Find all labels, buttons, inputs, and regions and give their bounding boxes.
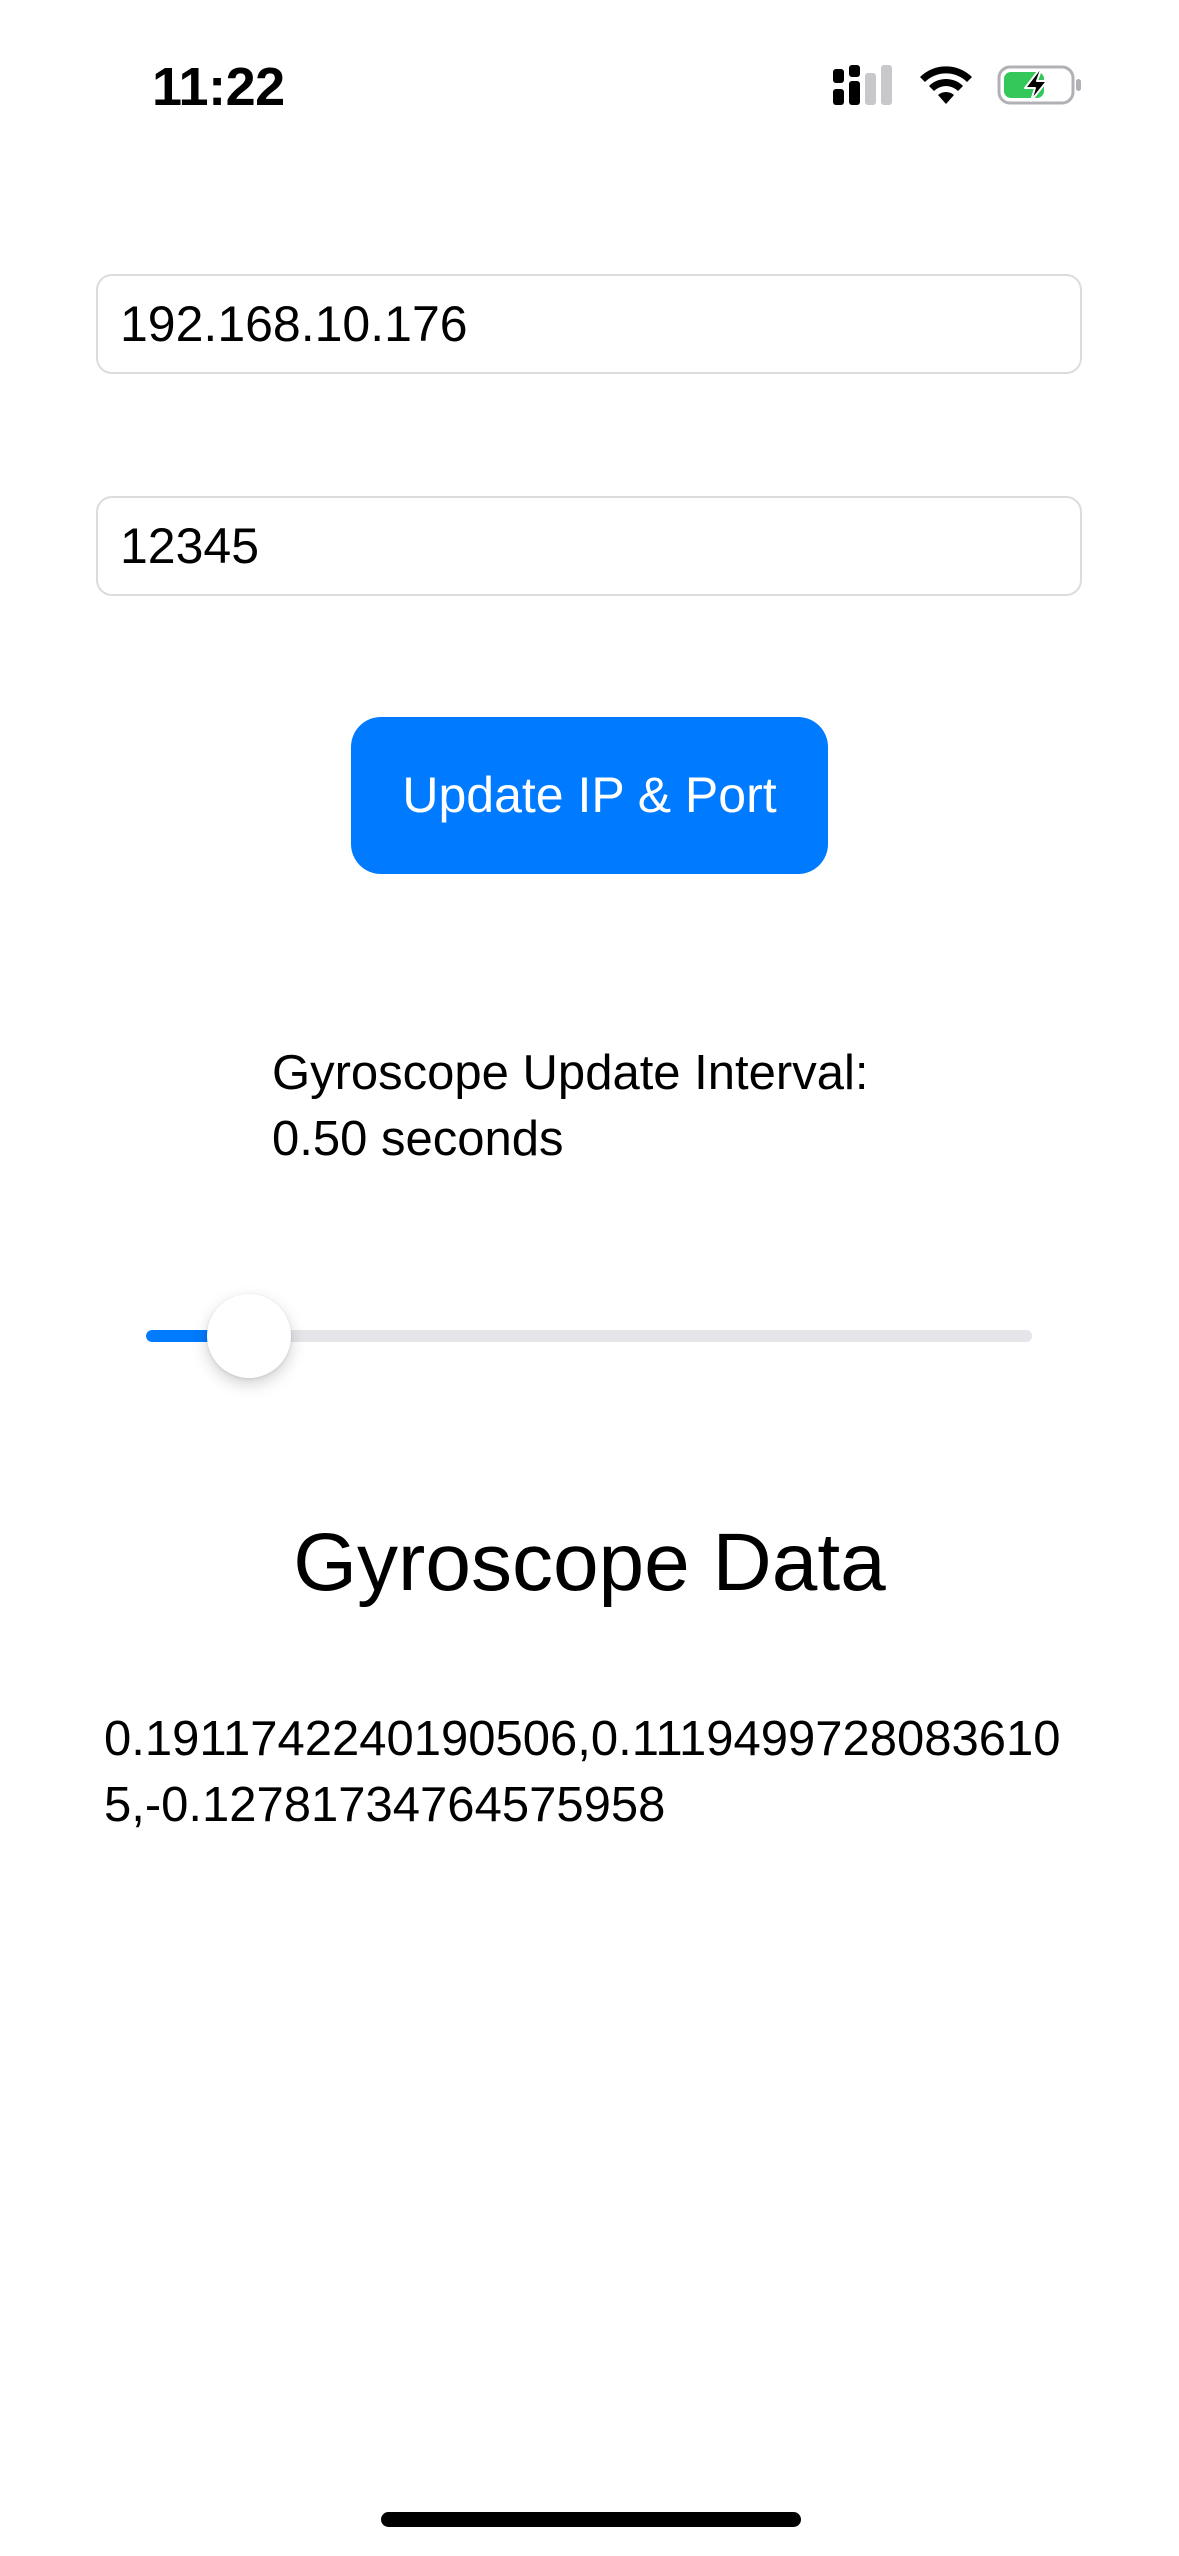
status-icons xyxy=(833,62,1083,112)
interval-label-value: 0.50 seconds xyxy=(272,1112,564,1166)
interval-label-title: Gyroscope Update Interval: xyxy=(272,1046,869,1100)
status-time: 11:22 xyxy=(152,57,285,117)
wifi-icon xyxy=(919,64,973,111)
slider-thumb[interactable] xyxy=(207,1294,291,1378)
interval-slider[interactable] xyxy=(146,1290,1032,1380)
battery-charging-icon xyxy=(997,64,1083,111)
home-indicator[interactable] xyxy=(381,2512,801,2527)
ip-address-field[interactable]: 192.168.10.176 xyxy=(96,274,1082,374)
gyroscope-data-title: Gyroscope Data xyxy=(293,1517,886,1608)
update-ip-port-button[interactable]: Update IP & Port xyxy=(351,717,828,874)
interval-label: Gyroscope Update Interval: 0.50 seconds xyxy=(272,1040,972,1172)
gyroscope-data-values: 0.1911742240190506,0.11194997280836105,-… xyxy=(104,1712,1061,1832)
port-field[interactable]: 12345 xyxy=(96,496,1082,596)
cellular-signal-icon xyxy=(833,63,895,112)
